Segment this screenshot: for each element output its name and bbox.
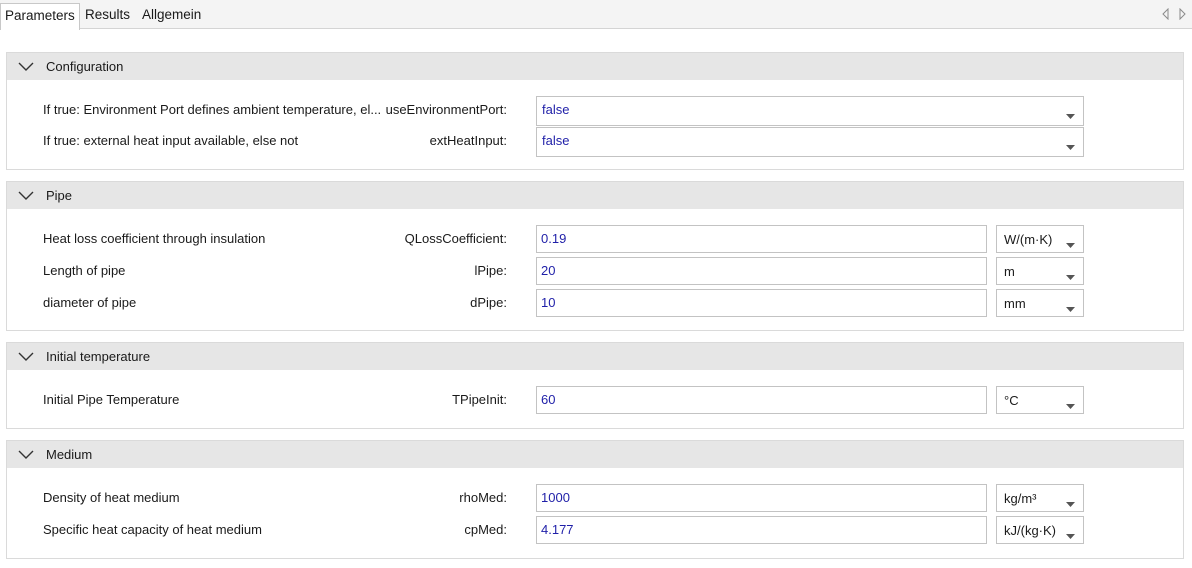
unit-select[interactable]: kg/m³ bbox=[996, 484, 1084, 512]
section-header-initial-temperature[interactable]: Initial temperature bbox=[7, 343, 1183, 370]
param-description: Heat loss coefficient through insulation bbox=[43, 231, 266, 246]
section-initial-temperature: Initial temperature Initial Pipe Tempera… bbox=[6, 342, 1184, 429]
lpipe-input[interactable]: 20 bbox=[536, 257, 987, 285]
section-configuration: Configuration If true: Environment Port … bbox=[6, 52, 1184, 170]
chevron-down-icon[interactable] bbox=[18, 60, 34, 75]
param-name: dPipe: bbox=[470, 295, 507, 310]
unit-value: kg/m³ bbox=[1004, 491, 1037, 506]
param-row: Initial Pipe Temperature TPipeInit: 60 °… bbox=[7, 386, 1183, 414]
qloss-coefficient-input[interactable]: 0.19 bbox=[536, 225, 987, 253]
param-row: If true: external heat input available, … bbox=[7, 127, 1183, 157]
param-description: Density of heat medium bbox=[43, 490, 180, 505]
section-header-pipe[interactable]: Pipe bbox=[7, 182, 1183, 209]
section-title: Configuration bbox=[46, 59, 124, 74]
caret-down-icon bbox=[1066, 528, 1075, 543]
unit-value: kJ/(kg·K) bbox=[1004, 523, 1056, 538]
param-name: rhoMed: bbox=[459, 490, 507, 505]
caret-down-icon bbox=[1066, 237, 1075, 252]
param-description: Specific heat capacity of heat medium bbox=[43, 522, 262, 537]
ext-heat-input-select[interactable]: false bbox=[536, 127, 1084, 157]
param-name: extHeatInput: bbox=[429, 133, 507, 148]
chevron-down-icon[interactable] bbox=[18, 448, 34, 463]
triangle-right-icon[interactable] bbox=[1176, 8, 1188, 20]
dpipe-input[interactable]: 10 bbox=[536, 289, 987, 317]
tab-allgemein[interactable]: Allgemein bbox=[138, 3, 205, 29]
tab-parameters[interactable]: Parameters bbox=[0, 3, 80, 30]
input-value: 0.19 bbox=[541, 231, 567, 246]
select-value: false bbox=[542, 133, 570, 148]
section-title: Pipe bbox=[46, 188, 73, 203]
param-description: If true: external heat input available, … bbox=[43, 133, 299, 148]
param-description: Initial Pipe Temperature bbox=[43, 392, 180, 407]
param-row: Heat loss coefficient through insulation… bbox=[7, 225, 1183, 253]
chevron-down-icon[interactable] bbox=[18, 350, 34, 365]
use-environment-port-select[interactable]: false bbox=[536, 96, 1084, 126]
caret-down-icon bbox=[1066, 301, 1075, 316]
cp-med-input[interactable]: 4.177 bbox=[536, 516, 987, 544]
param-name: TPipeInit: bbox=[452, 392, 507, 407]
input-value: 4.177 bbox=[541, 522, 574, 537]
param-row: Specific heat capacity of heat medium cp… bbox=[7, 516, 1183, 544]
param-description: If true: Environment Port defines ambien… bbox=[43, 102, 382, 117]
caret-down-icon bbox=[1066, 269, 1075, 284]
param-row: diameter of pipe dPipe: 10 mm bbox=[7, 289, 1183, 317]
param-name: cpMed: bbox=[464, 522, 507, 537]
tab-results[interactable]: Results bbox=[81, 3, 134, 29]
section-header-medium[interactable]: Medium bbox=[7, 441, 1183, 468]
param-description: diameter of pipe bbox=[43, 295, 137, 310]
rho-med-input[interactable]: 1000 bbox=[536, 484, 987, 512]
section-header-configuration[interactable]: Configuration bbox=[7, 53, 1183, 80]
triangle-left-icon[interactable] bbox=[1160, 8, 1172, 20]
select-value: false bbox=[542, 102, 570, 117]
input-value: 20 bbox=[541, 263, 556, 278]
caret-down-icon bbox=[1066, 398, 1075, 413]
input-value: 1000 bbox=[541, 490, 570, 505]
unit-value: °C bbox=[1004, 393, 1019, 408]
param-name: QLossCoefficient: bbox=[404, 231, 507, 246]
unit-select[interactable]: W/(m·K) bbox=[996, 225, 1084, 253]
section-pipe: Pipe Heat loss coefficient through insul… bbox=[6, 181, 1184, 331]
unit-select[interactable]: mm bbox=[996, 289, 1084, 317]
unit-select[interactable]: °C bbox=[996, 386, 1084, 414]
section-title: Initial temperature bbox=[46, 349, 151, 364]
section-title: Medium bbox=[46, 447, 93, 462]
param-name: useEnvironmentPort: bbox=[385, 102, 507, 117]
param-row: Length of pipe lPipe: 20 m bbox=[7, 257, 1183, 285]
param-name: lPipe: bbox=[474, 263, 507, 278]
chevron-down-icon[interactable] bbox=[18, 189, 34, 204]
input-value: 60 bbox=[541, 392, 556, 407]
caret-down-icon bbox=[1066, 496, 1075, 511]
unit-select[interactable]: m bbox=[996, 257, 1084, 285]
tpipe-init-input[interactable]: 60 bbox=[536, 386, 987, 414]
param-row: If true: Environment Port defines ambien… bbox=[7, 96, 1183, 126]
unit-value: W/(m·K) bbox=[1004, 232, 1053, 247]
param-row: Density of heat medium rhoMed: 1000 kg/m… bbox=[7, 484, 1183, 512]
caret-down-icon bbox=[1066, 139, 1075, 154]
input-value: 10 bbox=[541, 295, 556, 310]
unit-value: m bbox=[1004, 264, 1015, 279]
section-medium: Medium Density of heat medium rhoMed: 10… bbox=[6, 440, 1184, 559]
unit-select[interactable]: kJ/(kg·K) bbox=[996, 516, 1084, 544]
caret-down-icon bbox=[1066, 108, 1075, 123]
unit-value: mm bbox=[1004, 296, 1026, 311]
tab-bar: Parameters Results Allgemein bbox=[0, 0, 1192, 30]
param-description: Length of pipe bbox=[43, 263, 126, 278]
